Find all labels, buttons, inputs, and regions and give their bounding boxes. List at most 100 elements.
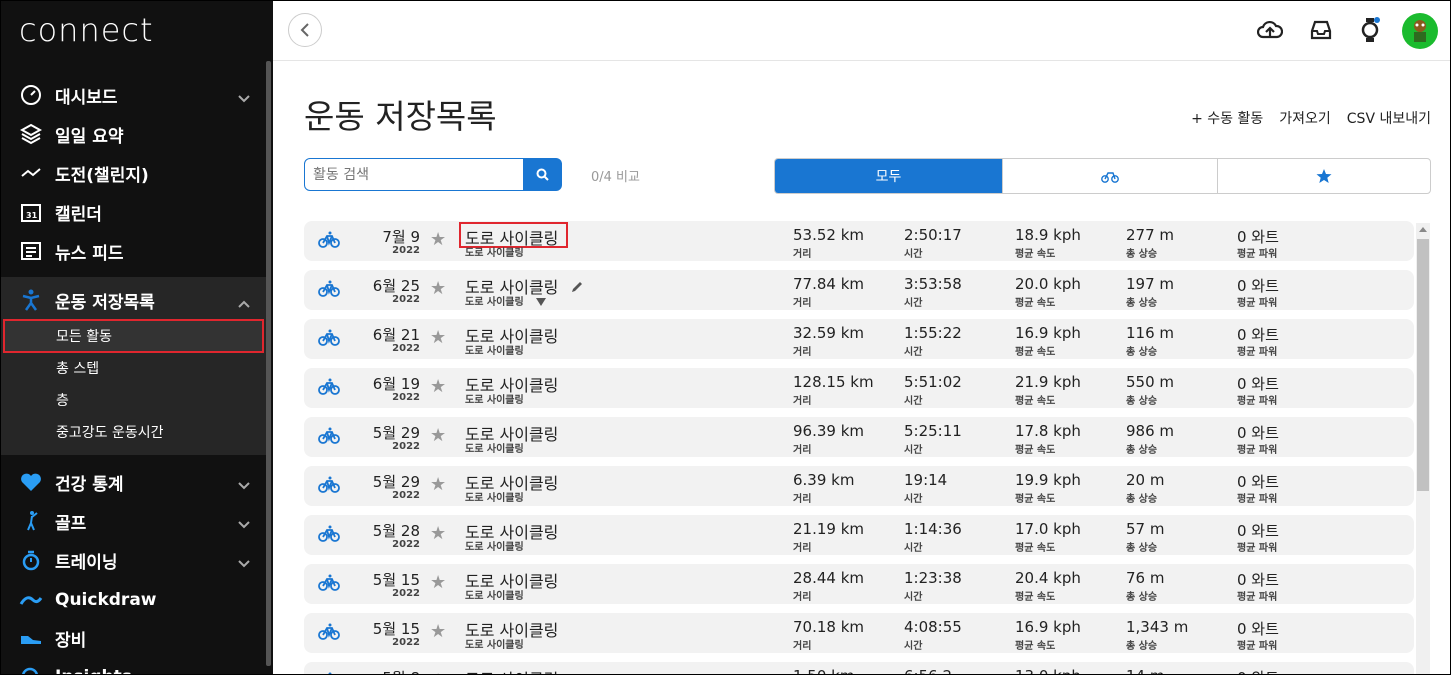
sidebar-item-golf[interactable]: 골프 (1, 502, 266, 540)
activity-row[interactable]: 6월 19 2022 ★ 도로 사이클링 도로 사이클링 128.15 km 거리 5:51:… (304, 368, 1414, 408)
activity-row[interactable]: 5월 28 2022 ★ 도로 사이클링 도로 사이클링 21.19 km 거리 1:14:3… (304, 515, 1414, 555)
search-box (304, 158, 562, 191)
avg-power-label: 평균 파워 (1237, 494, 1278, 505)
filter-favorites-tab[interactable] (1218, 159, 1430, 193)
activity-row[interactable]: 5월 82022★도로 사이클링도로 사이클링1.50 km거리6:56.2시간… (304, 662, 1414, 674)
sidebar-item-training[interactable]: 트레이닝 (1, 541, 266, 579)
import-link[interactable]: 가져오기 (1279, 108, 1331, 128)
favorite-star-icon[interactable]: ★ (430, 623, 446, 641)
distance-value: 70.18 km (793, 618, 865, 636)
bicycle-icon (318, 231, 340, 253)
chevron-down-icon[interactable] (238, 88, 250, 108)
favorite-star-icon[interactable]: ★ (430, 476, 446, 494)
favorite-star-icon[interactable]: ★ (430, 574, 446, 592)
avg-speed-value: 17.0 kph (1015, 520, 1081, 538)
favorite-star-icon[interactable]: ★ (430, 427, 446, 445)
distance-value: 96.39 km (793, 422, 865, 440)
activity-row[interactable]: 7월 9 2022 ★ 도로 사이클링 도로 사이클링 53.52 km 거리 2:50:17… (304, 221, 1414, 261)
filter-all-tab[interactable]: 모두 (775, 159, 1003, 193)
avg-power-value: 0 와트 (1237, 620, 1279, 638)
avg-speed-value: 16.9 kph (1015, 618, 1081, 636)
ascent-label: 총 상승 (1126, 543, 1158, 554)
sidebar-item-health-stats[interactable]: 건강 통계 (1, 463, 266, 501)
sidebar-item-challenges[interactable]: 도전(챌린지) (1, 154, 266, 192)
favorite-star-icon[interactable]: ★ (430, 525, 446, 543)
avg-power-value: 0 와트 (1237, 473, 1279, 491)
distance-label: 거리 (793, 396, 812, 407)
caret-down-icon[interactable] (536, 298, 546, 306)
filter-cycling-tab[interactable] (1003, 159, 1218, 193)
activity-year: 2022 (392, 588, 420, 599)
sidebar-item-activities[interactable]: 운동 저장목록 (1, 281, 266, 319)
chevron-down-icon[interactable] (238, 553, 250, 573)
distance-value: 1.50 km (793, 667, 854, 674)
layers-icon (19, 122, 43, 146)
main-scrollbar[interactable] (1416, 223, 1430, 674)
sidebar-item-news-feed[interactable]: 뉴스 피드 (1, 232, 266, 270)
ascent-value: 20 m (1126, 471, 1165, 489)
distance-label: 거리 (793, 249, 812, 260)
shoe-icon (19, 626, 43, 650)
activity-date: 5월 29 (372, 424, 420, 442)
chevron-up-icon[interactable] (238, 293, 250, 313)
bicycle-icon (318, 574, 340, 596)
sidebar-item-dashboard[interactable]: 대시보드 (1, 76, 266, 114)
avg-power-value: 0 와트 (1237, 277, 1279, 295)
activity-row[interactable]: 5월 15 2022 ★ 도로 사이클링 도로 사이클링 28.44 km 거리 1:23:3… (304, 564, 1414, 604)
activity-row[interactable]: 5월 15 2022 ★ 도로 사이클링 도로 사이클링 70.18 km 거리 4:08:5… (304, 613, 1414, 653)
activity-name-link[interactable]: 도로 사이클링 (465, 666, 558, 674)
favorite-star-icon[interactable]: ★ (430, 280, 446, 298)
pencil-icon[interactable] (571, 278, 583, 297)
inbox-icon[interactable] (1308, 17, 1334, 43)
distance-label: 거리 (793, 445, 812, 456)
search-input[interactable] (304, 158, 524, 191)
sidebar-subitem-all-activities[interactable]: 모든 활동 (1, 320, 266, 352)
sidebar-scrollbar[interactable] (266, 61, 271, 666)
ascent-value: 550 m (1126, 373, 1175, 391)
favorite-star-icon[interactable]: ★ (430, 231, 446, 249)
upload-cloud-icon[interactable] (1257, 17, 1283, 43)
activity-date: 5월 15 (372, 620, 420, 638)
compare-count[interactable]: 0/4 비교 (591, 166, 640, 185)
bicycle-icon (318, 476, 340, 498)
ascent-value: 116 m (1126, 324, 1175, 342)
activity-row[interactable]: 5월 29 2022 ★ 도로 사이클링 도로 사이클링 96.39 km 거리 5:25:1… (304, 417, 1414, 457)
activity-row[interactable]: 6월 21 2022 ★ 도로 사이클링 도로 사이클링 32.59 km 거리 1:55:2… (304, 319, 1414, 359)
favorite-star-icon[interactable]: ★ (430, 329, 446, 347)
chevron-down-icon[interactable] (238, 514, 250, 534)
avatar[interactable] (1402, 13, 1438, 49)
time-value: 6:56.2 (904, 667, 952, 674)
ascent-label: 총 상승 (1126, 347, 1158, 358)
watch-icon[interactable] (1357, 17, 1383, 43)
calendar-icon: 31 (19, 200, 43, 224)
bicycle-icon (1101, 171, 1119, 183)
sidebar-subitem-floors[interactable]: 층 (1, 384, 266, 416)
avg-power-value: 0 와트 (1237, 326, 1279, 344)
activity-row[interactable]: 6월 25 2022 ★ 도로 사이클링 도로 사이클링 77.84 km 거리 3:53:5… (304, 270, 1414, 310)
favorite-star-icon[interactable]: ★ (430, 378, 446, 396)
sidebar-subitem-total-steps[interactable]: 총 스텝 (1, 352, 266, 384)
chevron-down-icon[interactable] (238, 475, 250, 495)
avg-speed-label: 평균 속도 (1015, 641, 1056, 652)
ascent-label: 총 상승 (1126, 249, 1158, 260)
activity-row[interactable]: 5월 29 2022 ★ 도로 사이클링 도로 사이클링 6.39 km 거리 19:14 시간… (304, 466, 1414, 506)
activity-list: 7월 9 2022 ★ 도로 사이클링 도로 사이클링 53.52 km 거리 2:50:17… (304, 221, 1414, 674)
connect-logo[interactable]: connect (19, 11, 154, 49)
sidebar-item-insights[interactable]: Insights (1, 658, 266, 674)
ascent-value: 277 m (1126, 226, 1175, 244)
scrollbar-thumb[interactable] (1417, 239, 1429, 491)
search-button[interactable] (523, 158, 562, 191)
activity-date: 5월 28 (372, 522, 420, 540)
time-label: 시간 (904, 592, 923, 603)
time-label: 시간 (904, 249, 923, 260)
back-button[interactable] (288, 13, 322, 47)
sidebar-subitem-intensity-minutes[interactable]: 중고강도 운동시간 (1, 416, 266, 448)
sidebar-item-daily-summary[interactable]: 일일 요약 (1, 115, 266, 153)
manual-activity-link[interactable]: + 수동 활동 (1191, 108, 1263, 128)
running-person-icon (19, 288, 43, 312)
sidebar-item-calendar[interactable]: 31 캘린더 (1, 193, 266, 231)
csv-export-link[interactable]: CSV 내보내기 (1347, 108, 1431, 128)
sidebar-item-gear[interactable]: 장비 (1, 619, 266, 657)
scroll-up-arrow-icon[interactable] (1419, 227, 1427, 232)
sidebar-item-quickdraw[interactable]: Quickdraw (1, 581, 266, 619)
